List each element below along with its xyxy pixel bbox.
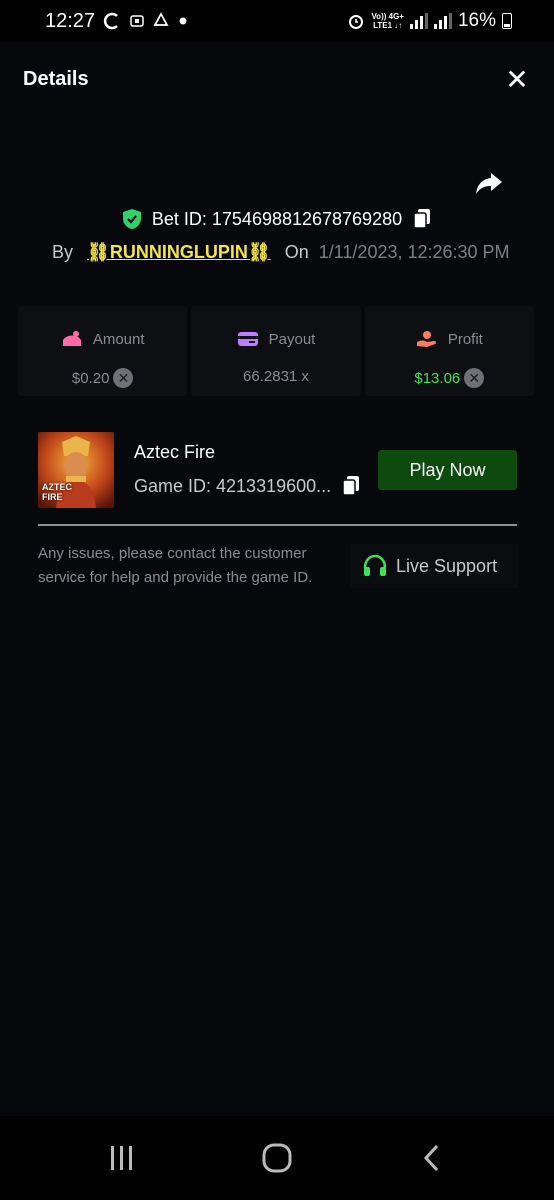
game-thumbnail[interactable]: AZTEC FIRE [38, 432, 114, 508]
bet-id: Bet ID: 1754698812678769280 [151, 208, 403, 229]
status-right: Vo)) 4G+ LTE1 ↓↑ 16% [347, 10, 512, 32]
headset-icon [363, 554, 387, 576]
shield-check-icon [122, 209, 141, 229]
by-label: By [52, 242, 74, 262]
details-panel: Details ✕ Bet ID: 1754698812678769280 By… [0, 42, 554, 1116]
stats-row: Amount $0.20 ✕ Payout 66.2831 x Profit $… [18, 306, 534, 396]
home-icon [262, 1143, 292, 1173]
notification-icon [130, 15, 144, 27]
home-button[interactable] [257, 1140, 297, 1176]
battery-percent: 16% [457, 10, 496, 31]
back-button[interactable] [412, 1140, 452, 1176]
stat-profit-label: Profit [447, 330, 483, 348]
network-indicator: Vo)) 4G+ LTE1 ↓↑ [371, 12, 404, 30]
copy-icon[interactable] [412, 208, 432, 230]
network-bottom-text: LTE1 ↓↑ [373, 21, 403, 30]
game-id: Game ID: 4213319600... [134, 475, 332, 496]
stat-payout-value: 66.2831 x [243, 368, 309, 385]
status-left-icons [102, 9, 188, 33]
bet-id-row: Bet ID: 1754698812678769280 [0, 208, 554, 230]
copy-game-id-icon[interactable] [341, 475, 361, 497]
status-time: 12:27 [45, 10, 96, 32]
stat-profit-value: $13.06 [414, 369, 461, 387]
page-title: Details [23, 68, 89, 90]
stat-profit: Profit $13.06 ✕ [364, 306, 534, 396]
close-icon[interactable]: ✕ [502, 65, 532, 95]
battery-icon [502, 13, 512, 29]
recent-apps-button[interactable] [102, 1140, 142, 1176]
alarm-icon [349, 15, 364, 29]
live-support-button[interactable]: Live Support [350, 544, 518, 588]
currency-coin-icon: ✕ [113, 368, 134, 388]
stat-payout: Payout 66.2831 x [191, 306, 361, 396]
stat-payout-label: Payout [268, 330, 316, 348]
play-now-button[interactable]: Play Now [378, 450, 517, 490]
game-name: Aztec Fire [134, 442, 216, 462]
currency-coin-icon: ✕ [464, 368, 485, 388]
recent-apps-icon [111, 1146, 132, 1170]
stat-amount-value: $0.20 [71, 369, 110, 387]
game-id-row: Game ID: 4213319600... [134, 475, 361, 497]
amount-icon [62, 331, 81, 346]
stat-amount: Amount $0.20 ✕ [18, 306, 188, 396]
share-icon[interactable] [474, 168, 504, 198]
stat-amount-label: Amount [92, 330, 145, 348]
recycle-icon [153, 12, 169, 26]
on-label: On [284, 242, 309, 262]
support-text: Any issues, please contact the customer … [38, 545, 313, 586]
game-thumbnail-text: AZTEC FIRE [42, 482, 72, 502]
username-link[interactable]: ⛓RUNNINGLUPIN⛓ [87, 242, 271, 263]
back-icon [423, 1144, 439, 1172]
bet-date: 1/11/2023, 12:26:30 PM [318, 242, 510, 262]
navigation-bar [0, 1116, 554, 1200]
card-icon [237, 332, 258, 346]
signal-2-icon [433, 13, 452, 29]
dot-icon [179, 17, 187, 25]
hand-coin-icon [416, 331, 436, 347]
sync-icon [103, 12, 118, 30]
signal-icon [409, 13, 428, 29]
live-support-label: Live Support [396, 555, 498, 576]
divider [38, 524, 517, 526]
bet-owner-row: By ⛓RUNNINGLUPIN⛓ On 1/11/2023, 12:26:30… [52, 242, 510, 263]
network-top-text: Vo)) 4G+ [371, 12, 404, 21]
status-bar: 12:27 Vo)) 4G+ LTE1 ↓↑ 16% [0, 0, 554, 42]
